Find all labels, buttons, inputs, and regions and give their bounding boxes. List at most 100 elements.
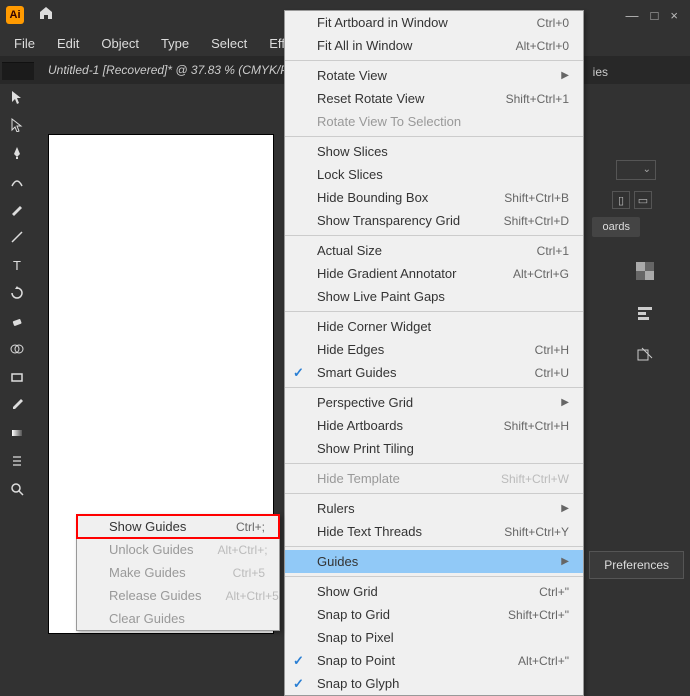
view_menu-item-lock-slices[interactable]: Lock Slices [285,163,583,186]
view_menu-item-fit-artboard-in-window[interactable]: Fit Artboard in WindowCtrl+0 [285,11,583,34]
transparency-icon[interactable] [634,260,656,282]
pen-tool-icon[interactable] [6,142,28,164]
view_menu-item-reset-rotate-view[interactable]: Reset Rotate View Shift+Ctrl+1 [285,87,583,110]
view_menu-item-show-live-paint-gaps[interactable]: Show Live Paint Gaps [285,285,583,308]
guides_submenu-item-show-guides[interactable]: Show Guides Ctrl+; [77,515,279,538]
rotate-tool-icon[interactable] [6,282,28,304]
view_menu-item-snap-to-glyph[interactable]: ✓Snap to Glyph [285,672,583,695]
menu-item-label: Smart Guides [317,365,511,380]
view_menu-item-show-slices[interactable]: Show Slices [285,140,583,163]
view_menu-item-hide-corner-widget[interactable]: Hide Corner Widget [285,315,583,338]
menu-item-label: Clear Guides [109,611,265,626]
view_menu-separator [285,235,583,236]
direct-selection-tool-icon[interactable] [6,114,28,136]
menu-item-shortcut: Ctrl+5 [233,566,265,580]
document-tab[interactable]: Untitled-1 [Recovered]* @ 37.83 % (CMYK/… [48,63,299,77]
view_menu-separator [285,60,583,61]
menu-file[interactable]: File [4,32,45,55]
menu-item-label: Show Grid [317,584,515,599]
view_menu-item-fit-all-in-window[interactable]: Fit All in Window Alt+Ctrl+0 [285,34,583,57]
menu-item-label: Show Transparency Grid [317,213,480,228]
view_menu-item-actual-size[interactable]: Actual SizeCtrl+1 [285,239,583,262]
home-icon[interactable] [38,5,54,26]
menu-item-label: Fit All in Window [317,38,492,53]
guides_submenu-item-clear-guides: Clear Guides [77,607,279,630]
line-tool-icon[interactable] [6,226,28,248]
view_menu-item-snap-to-point[interactable]: ✓Snap to PointAlt+Ctrl+" [285,649,583,672]
view_menu-item-snap-to-grid[interactable]: Snap to GridShift+Ctrl+" [285,603,583,626]
menu-item-label: Show Guides [109,519,212,534]
menu-item-shortcut: Alt+Ctrl+; [218,543,268,557]
menu-edit[interactable]: Edit [47,32,89,55]
submenu-arrow-icon: ▶ [561,397,569,408]
view_menu-separator [285,546,583,547]
menu-item-label: Rotate View To Selection [317,114,569,129]
check-icon: ✓ [293,653,304,669]
edit-artboards-button[interactable]: oards [592,217,640,237]
menu-item-label: Show Print Tiling [317,441,569,456]
close-button[interactable]: × [670,8,678,23]
menu-item-label: Snap to Grid [317,607,484,622]
menu-type[interactable]: Type [151,32,199,55]
gradient-tool-icon[interactable] [6,422,28,444]
view_menu-item-hide-bounding-box[interactable]: Hide Bounding BoxShift+Ctrl+B [285,186,583,209]
view_menu-item-smart-guides[interactable]: ✓ Smart Guides Ctrl+U [285,361,583,384]
view_menu-item-rulers[interactable]: Rulers▶ [285,497,583,520]
landscape-icon[interactable]: ▭ [634,191,652,209]
check-icon: ✓ [293,365,304,381]
dropdown-field[interactable]: ⌄ [616,160,656,180]
panel-tab-properties[interactable]: ies [593,65,608,79]
shapebuilder-tool-icon[interactable] [6,338,28,360]
preferences-button[interactable]: Preferences [589,551,684,579]
menu-item-label: Fit Artboard in Window [317,15,513,30]
menu-item-label: Hide Text Threads [317,524,480,539]
view_menu-item-show-print-tiling[interactable]: Show Print Tiling [285,437,583,460]
brush-tool-icon[interactable] [6,198,28,220]
panel-ribbon [2,62,34,80]
menu-item-shortcut: Shift+Ctrl+W [501,472,569,486]
menu-item-label: Lock Slices [317,167,569,182]
menu-item-label: Hide Corner Widget [317,319,569,334]
view_menu-separator [285,387,583,388]
window-controls: — □ × [626,8,684,23]
align-icon[interactable] [634,302,656,324]
menu-item-label: Reset Rotate View [317,91,482,106]
tool-icon[interactable] [6,450,28,472]
menu-select[interactable]: Select [201,32,257,55]
menu-item-shortcut: Shift+Ctrl+1 [506,92,569,106]
menu-object[interactable]: Object [91,32,149,55]
view_menu-item-hide-edges[interactable]: Hide EdgesCtrl+H [285,338,583,361]
menu-item-shortcut: Alt+Ctrl+5 [226,589,279,603]
view_menu-item-perspective-grid[interactable]: Perspective Grid▶ [285,391,583,414]
view_menu-item-rotate-view[interactable]: Rotate View▶ [285,64,583,87]
submenu-arrow-icon: ▶ [561,556,569,567]
menu-item-label: Hide Gradient Annotator [317,266,489,281]
eraser-tool-icon[interactable] [6,310,28,332]
view_menu-item-hide-text-threads[interactable]: Hide Text Threads Shift+Ctrl+Y [285,520,583,543]
menu-item-shortcut: Shift+Ctrl+Y [504,525,569,539]
rectangle-tool-icon[interactable] [6,366,28,388]
zoom-tool-icon[interactable] [6,478,28,500]
view_menu-item-snap-to-pixel[interactable]: Snap to Pixel [285,626,583,649]
view_menu-item-hide-artboards[interactable]: Hide ArtboardsShift+Ctrl+H [285,414,583,437]
menu-item-shortcut: Alt+Ctrl+0 [516,39,569,53]
menu-item-shortcut: Shift+Ctrl+H [504,419,569,433]
minimize-button[interactable]: — [626,8,639,23]
maximize-button[interactable]: □ [651,8,659,23]
pathfinder-icon[interactable] [634,344,656,366]
selection-tool-icon[interactable] [6,86,28,108]
view_menu-item-show-grid[interactable]: Show Grid Ctrl+" [285,580,583,603]
view_menu-separator [285,493,583,494]
submenu-arrow-icon: ▶ [561,70,569,81]
curvature-tool-icon[interactable] [6,170,28,192]
eyedropper-tool-icon[interactable] [6,394,28,416]
menu-item-shortcut: Ctrl+U [535,366,569,380]
view_menu-item-hide-gradient-annotator[interactable]: Hide Gradient AnnotatorAlt+Ctrl+G [285,262,583,285]
tool-panel: T [6,86,28,500]
menu-item-shortcut: Ctrl+" [539,585,569,599]
menu-item-shortcut: Ctrl+; [236,520,265,534]
type-tool-icon[interactable]: T [6,254,28,276]
portrait-icon[interactable]: ▯ [612,191,630,209]
view_menu-item-guides[interactable]: Guides▶ [285,550,583,573]
view_menu-item-show-transparency-grid[interactable]: Show Transparency GridShift+Ctrl+D [285,209,583,232]
